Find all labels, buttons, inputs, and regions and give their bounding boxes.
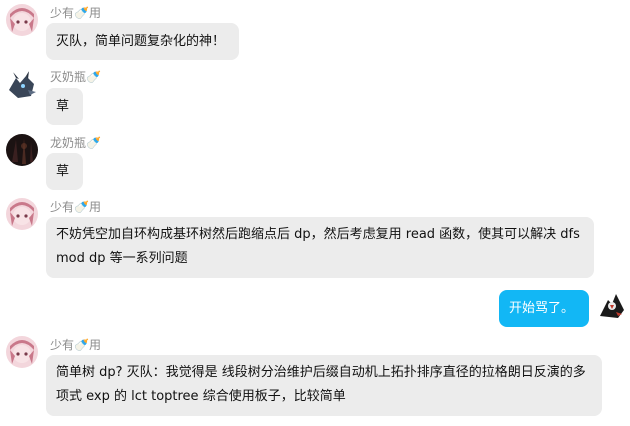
message-bubble[interactable]: 不妨凭空加自环构成基环树然后跑缩点后 dp，然后考虑复用 read 函数，使其可…: [46, 217, 594, 278]
message-bubble[interactable]: 草: [46, 153, 83, 190]
avatar-longnaiping[interactable]: [6, 134, 38, 166]
sender-name: 少有🍼用: [50, 338, 101, 352]
sender-name: 少有🍼用: [50, 6, 101, 20]
message-bubble[interactable]: 草: [46, 88, 83, 125]
avatar-shaoyouyong[interactable]: [6, 4, 38, 36]
sender-name: 龙奶瓶🍼: [50, 136, 101, 150]
avatar-self[interactable]: [596, 290, 628, 322]
message-bubble[interactable]: 灭队，简单问题复杂化的神！: [46, 23, 239, 60]
avatar-shaoyouyong[interactable]: [6, 336, 38, 368]
sender-name: 灭奶瓶🍼: [50, 70, 101, 84]
self-message-bubble[interactable]: 开始骂了。: [499, 290, 589, 327]
message-bubble[interactable]: 简单树 dp? 灭队：我觉得是 线段树分治维护后缀自动机上拓扑排序直径的拉格朗日…: [46, 355, 602, 416]
avatar-shaoyouyong[interactable]: [6, 198, 38, 230]
sender-name: 少有🍼用: [50, 200, 101, 214]
avatar-miefaping[interactable]: [6, 70, 38, 102]
